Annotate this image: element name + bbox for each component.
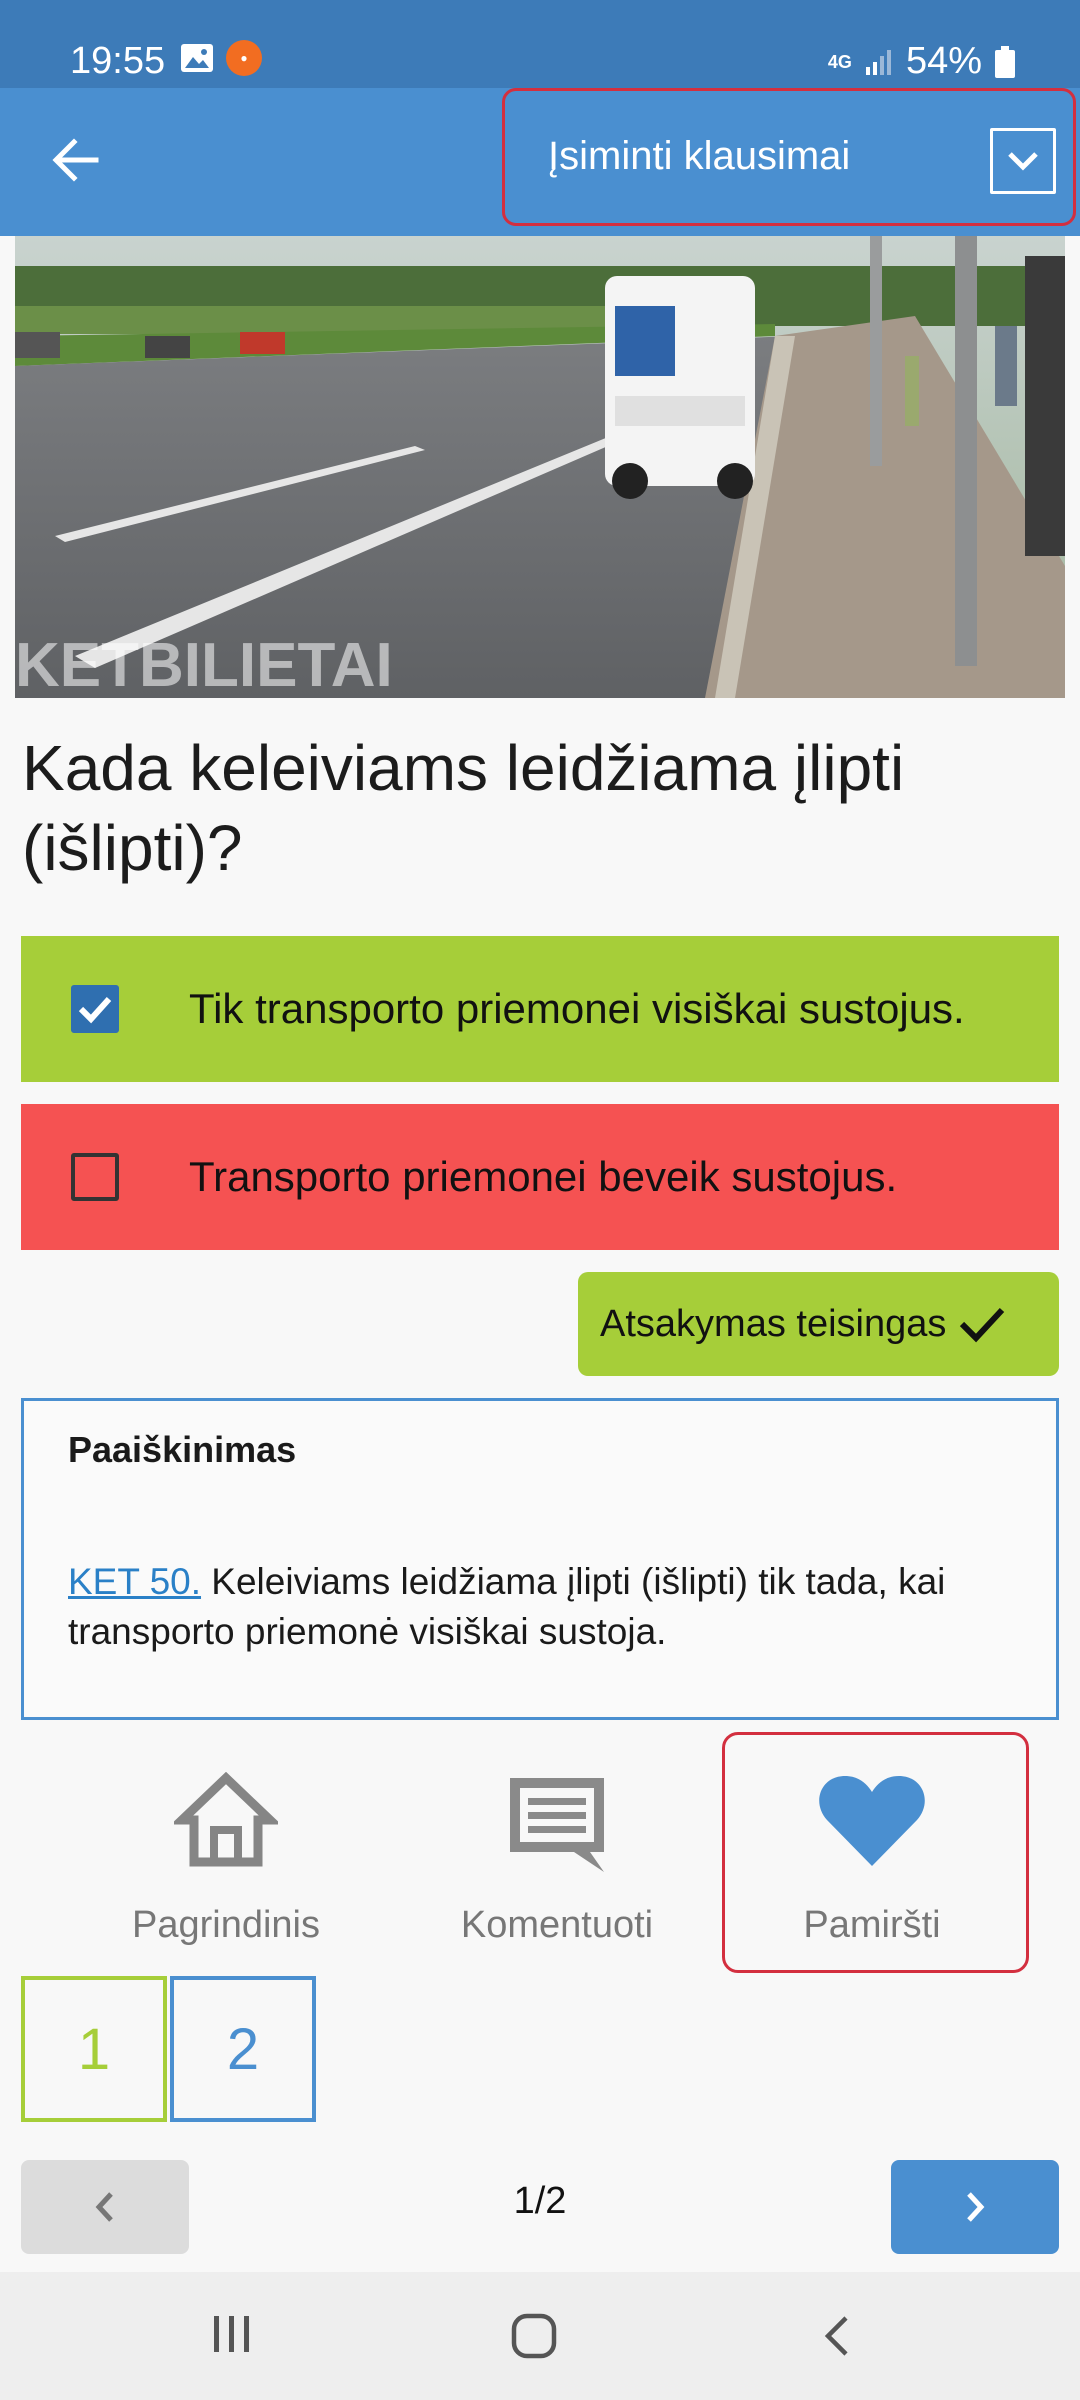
signal-icon bbox=[865, 49, 891, 75]
forget-button[interactable]: Pamiršti bbox=[722, 1760, 1022, 1960]
explanation-body: KET 50. Keleiviams leidžiama įlipti (išl… bbox=[68, 1557, 1028, 1657]
check-icon bbox=[78, 996, 112, 1024]
home-nav-icon[interactable] bbox=[510, 2312, 558, 2360]
answer-option[interactable]: Tik transporto priemonei visiškai sustoj… bbox=[21, 936, 1059, 1082]
chevron-down-icon bbox=[1008, 152, 1038, 171]
mode-selector-label[interactable]: Įsiminti klausimai bbox=[548, 134, 850, 179]
comment-icon bbox=[510, 1778, 604, 1872]
battery-icon bbox=[995, 45, 1015, 78]
recent-apps-icon[interactable] bbox=[210, 2312, 254, 2356]
chevron-right-icon bbox=[967, 2192, 985, 2222]
next-button[interactable] bbox=[891, 2160, 1059, 2254]
arrow-left-icon[interactable] bbox=[48, 132, 104, 188]
question-page-button[interactable]: 2 bbox=[170, 1976, 316, 2122]
answer-result-badge: Atsakymas teisingas bbox=[578, 1272, 1059, 1376]
home-icon bbox=[174, 1772, 278, 1867]
mi-app-icon: ● bbox=[226, 40, 262, 76]
chevron-left-icon bbox=[95, 2192, 113, 2222]
status-time: 19:55 bbox=[70, 40, 166, 82]
check-icon bbox=[960, 1307, 1005, 1343]
answer-option[interactable]: Transporto priemonei beveik sustojus. bbox=[21, 1104, 1059, 1250]
battery-percent: 54% bbox=[905, 40, 982, 82]
answer-text: Tik transporto priemonei visiškai sustoj… bbox=[189, 985, 965, 1032]
home-label: Pagrindinis bbox=[132, 1904, 320, 1946]
explanation-panel: Paaiškinimas KET 50. Keleiviams leidžiam… bbox=[21, 1398, 1059, 1720]
comment-button[interactable]: Komentuoti bbox=[407, 1760, 707, 1960]
question-text: Kada keleiviams leidžiama įlipti (išlipt… bbox=[22, 732, 905, 884]
gallery-icon bbox=[181, 44, 213, 72]
home-button[interactable]: Pagrindinis bbox=[76, 1760, 376, 1960]
rule-link[interactable]: KET 50. bbox=[68, 1561, 201, 1602]
system-nav-bar bbox=[0, 2272, 1080, 2400]
explanation-title: Paaiškinimas bbox=[68, 1429, 297, 1470]
image-watermark: KETBILIETAI bbox=[15, 631, 393, 698]
back-nav-icon[interactable] bbox=[820, 2312, 854, 2360]
question-image: KETBILIETAI bbox=[15, 236, 1065, 698]
forget-label: Pamiršti bbox=[803, 1904, 941, 1946]
answer-checkbox[interactable] bbox=[71, 1153, 119, 1201]
app-bar: Įsiminti klausimai bbox=[0, 88, 1080, 236]
status-bar: 19:55 ● 4G 54% bbox=[0, 0, 1080, 88]
answer-text: Transporto priemonei beveik sustojus. bbox=[189, 1153, 898, 1200]
comment-label: Komentuoti bbox=[460, 1904, 654, 1946]
question-page-button[interactable]: 1 bbox=[21, 1976, 167, 2122]
status-right: 4G 54% bbox=[828, 40, 1016, 83]
mode-dropdown-button[interactable] bbox=[990, 128, 1056, 194]
pager-indicator: 1/2 bbox=[513, 2180, 567, 2222]
answer-checkbox-checked[interactable] bbox=[71, 985, 119, 1033]
network-type: 4G bbox=[827, 51, 852, 72]
previous-button[interactable] bbox=[21, 2160, 189, 2254]
result-label: Atsakymas teisingas bbox=[600, 1302, 947, 1345]
heart-icon bbox=[819, 1776, 925, 1866]
